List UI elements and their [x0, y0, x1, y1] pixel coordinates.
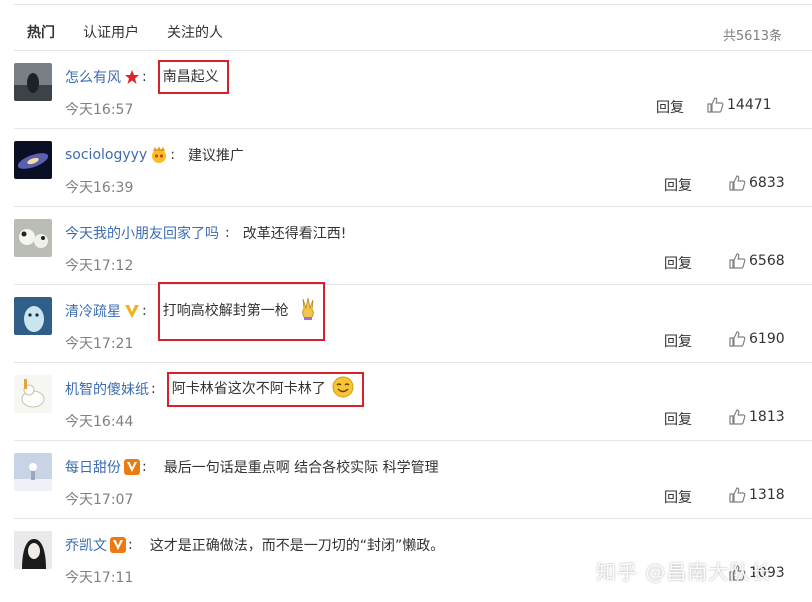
- like-button[interactable]: 1318: [729, 487, 785, 503]
- avatar[interactable]: [14, 453, 52, 491]
- red-star-icon: [124, 69, 140, 85]
- like-count: 1813: [749, 409, 785, 425]
- thumbs-up-icon: [729, 487, 746, 503]
- reply-button[interactable]: 回复: [664, 253, 692, 273]
- tab-verified-users[interactable]: 认证用户: [83, 24, 139, 42]
- comment-item: sociologyyy : 建议推广 今天16:39 回复 6833: [14, 129, 812, 207]
- comment-text: 建议推广: [187, 148, 244, 164]
- zhihu-watermark: 知乎 @昌南大队长: [596, 560, 772, 584]
- reply-button[interactable]: 回复: [664, 487, 692, 507]
- comment-item: 今天我的小朋友回家了吗 : 改革还得看江西! 今天17:12 回复 6568: [14, 207, 812, 285]
- like-count: 14471: [727, 97, 772, 113]
- tab-hot[interactable]: 热门: [27, 24, 55, 42]
- reply-button[interactable]: 回复: [664, 175, 692, 195]
- comment-text: 改革还得看江西!: [242, 226, 347, 242]
- top-divider: [14, 4, 812, 5]
- username[interactable]: 今天我的小朋友回家了吗: [65, 223, 219, 243]
- comment-time: 今天16:44: [65, 414, 134, 430]
- avatar[interactable]: [14, 141, 52, 179]
- like-button[interactable]: 14471: [707, 97, 772, 113]
- avatar[interactable]: [14, 219, 52, 257]
- like-count: 6833: [749, 175, 785, 191]
- avatar[interactable]: [14, 297, 52, 335]
- thumbs-up-icon: [729, 331, 746, 347]
- avatar[interactable]: [14, 531, 52, 569]
- thumbs-up-icon: [729, 409, 746, 425]
- tab-following[interactable]: 关注的人: [167, 24, 223, 42]
- comment-text: 阿卡林省这次不阿卡林了: [166, 371, 365, 407]
- like-button[interactable]: 6568: [729, 253, 785, 269]
- comment-time: 今天17:12: [65, 258, 134, 274]
- orange-v-icon: [124, 459, 140, 475]
- comment-item: 每日甜份 : 最后一句话是重点啊 结合各校实际 科学管理 今天17:07 回复 …: [14, 441, 812, 519]
- reply-button[interactable]: 回复: [664, 409, 692, 429]
- comment-time: 今天17:21: [65, 336, 134, 352]
- like-count: 6568: [749, 253, 785, 269]
- comment-time: 今天16:57: [65, 102, 134, 118]
- comment-text: 南昌起义: [157, 60, 229, 94]
- avatar[interactable]: [14, 63, 52, 101]
- crown-face-icon: [150, 146, 168, 164]
- comment-text-content: 阿卡林省这次不阿卡林了: [171, 380, 326, 397]
- username[interactable]: 乔凯文: [65, 535, 107, 555]
- reply-button[interactable]: 回复: [656, 97, 684, 117]
- smile-face-emoji: [332, 376, 354, 402]
- username[interactable]: 每日甜份: [65, 457, 121, 477]
- username[interactable]: 怎么有风: [65, 67, 121, 87]
- comment-text: 这才是正确做法，而不是一刀切的“封闭”懒政。: [149, 538, 445, 554]
- gold-v-icon: [124, 303, 140, 319]
- comment-item: 清冷疏星 : 打响高校解封第一枪 今天17:21 回复 6190: [14, 281, 812, 363]
- comment-item: 怎么有风 : 南昌起义 今天16:57 回复 14471: [14, 51, 812, 129]
- like-count: 1318: [749, 487, 785, 503]
- username[interactable]: 清冷疏星: [65, 301, 121, 321]
- comment-text: 最后一句话是重点啊 结合各校实际 科学管理: [163, 460, 439, 476]
- username[interactable]: sociologyyy: [65, 147, 147, 163]
- like-count: 6190: [749, 331, 785, 347]
- comment-total-count: 共5613条: [722, 29, 782, 44]
- comment-time: 今天16:39: [65, 180, 134, 196]
- reply-button[interactable]: 回复: [664, 331, 692, 351]
- like-button[interactable]: 1813: [729, 409, 785, 425]
- avatar[interactable]: [14, 375, 52, 413]
- thumbs-up-icon: [707, 97, 724, 113]
- thumbs-up-icon: [729, 253, 746, 269]
- comment-filter-tabs: 热门 认证用户 关注的人: [27, 24, 251, 42]
- like-button[interactable]: 6190: [729, 331, 785, 347]
- comment-text: 打响高校解封第一枪: [157, 281, 326, 341]
- thumbs-up-icon: [729, 175, 746, 191]
- comment-text-content: 打响高校解封第一枪: [162, 302, 289, 319]
- like-button[interactable]: 6833: [729, 175, 785, 191]
- comment-time: 今天17:11: [65, 570, 134, 586]
- username[interactable]: 机智的傻妹纸: [65, 379, 149, 399]
- comment-time: 今天17:07: [65, 492, 134, 508]
- comment-item: 机智的傻妹纸 : 阿卡林省这次不阿卡林了 今天16:44 回复 1813: [14, 363, 812, 441]
- comment-list: 怎么有风 : 南昌起义 今天16:57 回复 14471 sociologyyy…: [0, 51, 812, 596]
- orange-v-icon: [110, 537, 126, 553]
- victory-hand-emoji: [299, 297, 317, 325]
